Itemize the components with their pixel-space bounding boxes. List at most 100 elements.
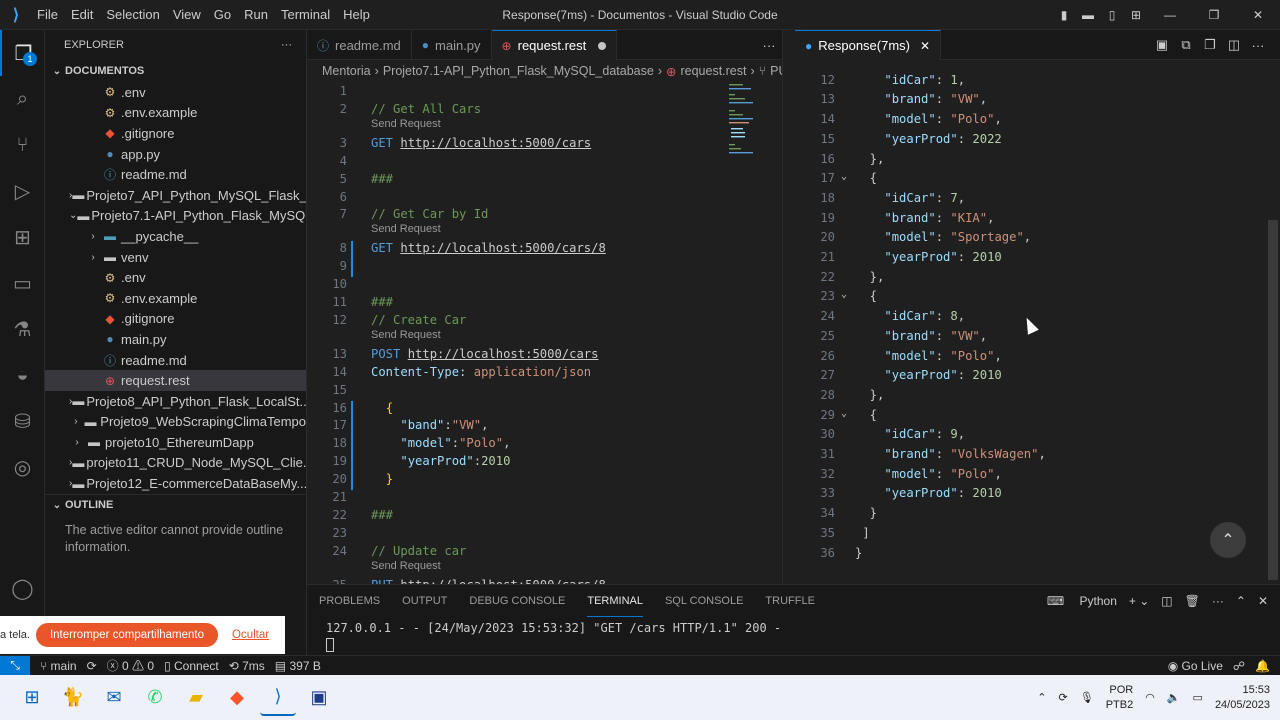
send-request-link[interactable]: Send Request [371,118,441,130]
search-icon[interactable]: ⌕ [0,76,45,122]
whatsapp-icon[interactable]: ✆ [137,680,173,716]
tree-item[interactable]: ◆ .gitignore [45,123,306,144]
more-actions-icon[interactable]: ··· [1246,38,1270,53]
more-actions-icon[interactable]: ··· [1212,594,1224,608]
tab-response[interactable]: ● Response(7ms) ✕ [795,30,942,60]
keyboard-layout[interactable]: POR PTB2 [1106,683,1134,713]
more-actions-icon[interactable]: ··· [757,38,781,53]
save-response-icon[interactable]: ▣ [1150,37,1174,53]
fold-chevron-icon[interactable]: ⌄ [841,289,847,300]
maximize-panel-icon[interactable]: ⌃ [1236,594,1246,608]
tab-request-rest[interactable]: ⊕ request.rest [491,30,618,60]
tree-item[interactable]: › ▬ projeto11_CRUD_Node_MySQL_Clie... [45,453,306,474]
menu-item-help[interactable]: Help [343,7,370,22]
close-icon[interactable]: ✕ [920,39,930,53]
tree-item[interactable]: ⓘ readme.md [45,164,306,185]
modified-dot-icon[interactable] [598,41,607,50]
menu-item-run[interactable]: Run [244,7,268,22]
remote-icon[interactable]: ⤡ [0,655,30,676]
request-editor[interactable]: 1 2// Get All Cars Send Request 3 GET http:/… [307,82,782,584]
new-terminal-icon[interactable]: + ⌄ [1129,594,1149,608]
send-request-link[interactable]: Send Request [371,560,441,572]
branch-status[interactable]: ⑂ main [40,659,77,673]
workspace-section-header[interactable]: ⌄ DOCUMENTOS [45,60,306,82]
menu-item-file[interactable]: File [37,7,58,22]
sync-icon[interactable]: ⟳ [87,659,97,673]
breadcrumb-item[interactable]: request.rest [680,64,746,78]
terminal-profile[interactable]: ⌨ Python [1035,594,1117,608]
database-icon[interactable]: ⛁ [0,398,45,444]
tree-item[interactable]: › ▬ Projeto12_E-commerceDataBaseMy... [45,473,306,494]
tab-readme-md[interactable]: ⓘ readme.md [307,30,412,60]
response-scrollbar[interactable] [1268,220,1278,580]
send-request-link[interactable]: Send Request [371,223,441,235]
terminal-app-icon[interactable]: ▣ [301,680,337,716]
close-panel-icon[interactable]: ✕ [1258,594,1268,608]
tree-item[interactable]: › ▬ Projeto8_API_Python_Flask_LocalSt... [45,391,306,412]
menu-item-view[interactable]: View [173,7,201,22]
panel-tab-output[interactable]: OUTPUT [402,585,447,617]
tree-item[interactable]: › ▬ __pycache__ [45,226,306,247]
vscode-taskbar-icon[interactable]: ⟩ [260,680,296,716]
editor-split-divider[interactable] [782,30,794,584]
restore-button[interactable]: ❐ [1192,8,1236,22]
outline-section-header[interactable]: ⌄ OUTLINE [45,493,306,516]
extensions-icon[interactable]: ⊞ [0,214,45,260]
problems-status[interactable]: ⓧ 0 ⚠ 0 [107,657,154,674]
docker-icon[interactable]: ◒ [0,352,45,398]
tree-item[interactable]: › ▬ Projeto7_API_Python_MySQL_Flask_... [45,185,306,206]
battery-icon[interactable]: ▭ [1193,691,1203,704]
tree-item[interactable]: ⓘ readme.md [45,350,306,371]
more-actions-icon[interactable]: ··· [281,39,292,51]
remote-explorer-icon[interactable]: ▭ [0,260,45,306]
tree-item[interactable]: ⚙ .env [45,267,306,288]
panel-tab-sql-console[interactable]: SQL CONSOLE [665,585,743,617]
close-window-button[interactable]: ✕ [1236,8,1280,22]
menu-item-terminal[interactable]: Terminal [281,7,330,22]
toggle-sidebar-icon[interactable]: ▮ [1052,8,1076,22]
panel-tab-terminal[interactable]: TERMINAL [587,585,643,617]
source-control-icon[interactable]: ⑂ [0,122,45,168]
stop-sharing-button[interactable]: Interromper compartilhamento [35,623,219,647]
fold-chevron-icon[interactable]: ⌄ [841,171,847,182]
testing-icon[interactable]: ⚗ [0,306,45,352]
trash-icon[interactable]: 🗑 [1185,594,1200,608]
brave-browser-icon[interactable]: ◆ [219,680,255,716]
feedback-icon[interactable]: ☍ [1233,659,1245,673]
windows-start-icon[interactable]: ⊞ [14,680,50,716]
sync-tray-icon[interactable]: ⟳ [1059,691,1068,704]
breadcrumb-item[interactable]: Mentoria [322,64,371,78]
tree-item[interactable]: ● main.py [45,329,306,350]
fold-chevron-icon[interactable]: ⌄ [841,408,847,419]
connect-status[interactable]: ▯ Connect [164,659,219,673]
split-terminal-icon[interactable]: ◫ [1161,594,1172,608]
clock[interactable]: 15:53 24/05/2023 [1215,683,1270,713]
run-debug-icon[interactable]: ▷ [0,168,45,214]
response-time-status[interactable]: ⟲ 7ms [229,659,265,673]
tree-item[interactable]: ⊕ request.rest [45,370,306,391]
git-graph-icon[interactable]: ◎ [0,444,45,490]
account-icon[interactable]: ◯ [0,565,45,611]
hide-banner-link[interactable]: Ocultar [232,629,269,641]
panel-tab-truffle[interactable]: TRUFFLE [765,585,815,617]
minimap[interactable] [727,82,767,162]
scroll-to-top-button[interactable]: ⌃ [1210,522,1246,558]
tree-item[interactable]: › ▬ projeto10_EthereumDapp [45,432,306,453]
volume-icon[interactable]: 🔈 [1167,691,1181,704]
menu-item-selection[interactable]: Selection [106,7,159,22]
outlook-icon[interactable]: ✉ [96,680,132,716]
toggle-secondary-sidebar-icon[interactable]: ▯ [1100,8,1124,22]
tree-item[interactable]: › ▬ Projeto9_WebScrapingClimaTempo [45,412,306,433]
microphone-icon[interactable]: 🎙 [1080,691,1094,704]
notifications-icon[interactable]: 🔔 [1255,659,1270,673]
tree-item[interactable]: ⚙ .env.example [45,288,306,309]
copy-icon[interactable]: ❐ [1198,37,1222,53]
chevron-up-icon[interactable]: ⌃ [1037,691,1046,704]
panel-tab-debug-console[interactable]: DEBUG CONSOLE [469,585,565,617]
split-editor-icon[interactable]: ◫ [1222,37,1246,53]
tree-item[interactable]: ⚙ .env.example [45,103,306,124]
menu-item-go[interactable]: Go [214,7,231,22]
save-body-icon[interactable]: ⧉ [1174,37,1198,53]
response-viewer[interactable]: 12 "idCar": 1, 13 "brand": "VW", 14 "model… [795,60,1280,584]
go-live-button[interactable]: ◉ Go Live [1168,659,1223,673]
